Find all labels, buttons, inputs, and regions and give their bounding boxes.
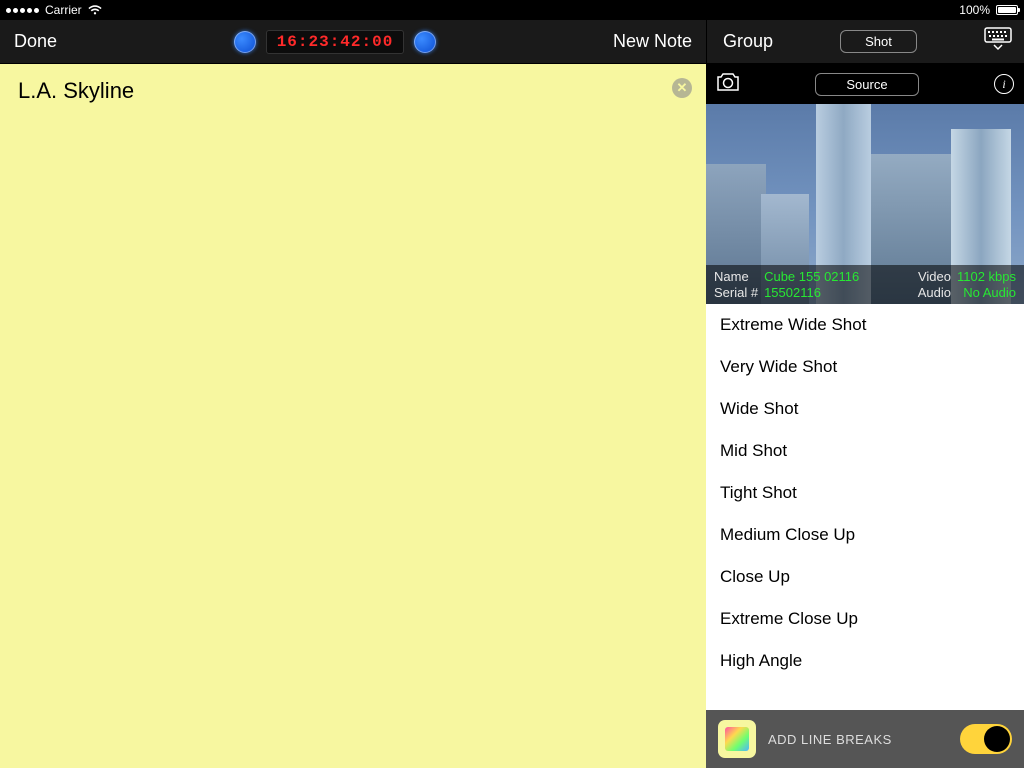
camera-icon[interactable]	[716, 72, 740, 97]
footer-label: ADD LINE BREAKS	[768, 732, 892, 747]
toolbar-right: Group Shot	[706, 20, 1024, 63]
wifi-icon	[88, 5, 102, 15]
meta-video-label: Video	[918, 269, 951, 284]
source-header: Source i	[706, 64, 1024, 104]
carrier-label: Carrier	[45, 3, 82, 17]
list-item[interactable]: High Angle	[706, 640, 1024, 682]
color-spectrum-icon	[725, 727, 749, 751]
group-label[interactable]: Group	[723, 31, 773, 52]
side-panel: Source i Name Cube 155 02116 Video 1102 …	[706, 64, 1024, 768]
battery-icon	[996, 5, 1018, 15]
record-indicator-left-icon[interactable]	[234, 31, 256, 53]
list-item[interactable]: Wide Shot	[706, 388, 1024, 430]
meta-audio-value: No Audio	[957, 285, 1016, 300]
color-picker-button[interactable]	[718, 720, 756, 758]
list-item[interactable]: Close Up	[706, 556, 1024, 598]
done-button[interactable]: Done	[14, 31, 57, 52]
video-preview[interactable]: Name Cube 155 02116 Video 1102 kbps Seri…	[706, 104, 1024, 304]
timecode-display: 16:23:42:00	[266, 30, 405, 54]
meta-name-label: Name	[714, 269, 758, 284]
timecode-controls: 16:23:42:00	[71, 30, 599, 54]
status-left: Carrier	[6, 3, 102, 17]
status-right: 100%	[959, 3, 1018, 17]
toggle-knob	[984, 726, 1010, 752]
list-item[interactable]: Extreme Close Up	[706, 598, 1024, 640]
meta-video-value: 1102 kbps	[957, 269, 1016, 284]
signal-strength-icon	[6, 8, 39, 13]
toolbar-left: Done 16:23:42:00 New Note	[0, 20, 706, 63]
side-footer: ADD LINE BREAKS	[706, 710, 1024, 768]
meta-serial-value: 15502116	[764, 285, 912, 300]
record-indicator-right-icon[interactable]	[414, 31, 436, 53]
meta-serial-label: Serial #	[714, 285, 758, 300]
preview-metadata: Name Cube 155 02116 Video 1102 kbps Seri…	[706, 265, 1024, 304]
shot-type-list[interactable]: Extreme Wide Shot Very Wide Shot Wide Sh…	[706, 304, 1024, 710]
info-icon[interactable]: i	[994, 74, 1014, 94]
list-item[interactable]: Mid Shot	[706, 430, 1024, 472]
status-bar: Carrier 100%	[0, 0, 1024, 20]
list-item[interactable]: Medium Close Up	[706, 514, 1024, 556]
clear-note-icon[interactable]: ✕	[672, 78, 692, 98]
note-editor[interactable]: L.A. Skyline ✕	[0, 64, 706, 768]
battery-pct: 100%	[959, 3, 990, 17]
note-text[interactable]: L.A. Skyline	[18, 78, 688, 104]
list-item[interactable]: Tight Shot	[706, 472, 1024, 514]
meta-name-value: Cube 155 02116	[764, 269, 912, 284]
list-item[interactable]: Extreme Wide Shot	[706, 304, 1024, 346]
meta-audio-label: Audio	[918, 285, 951, 300]
source-button[interactable]: Source	[815, 73, 918, 96]
new-note-button[interactable]: New Note	[613, 31, 692, 52]
line-breaks-toggle[interactable]	[960, 724, 1012, 754]
keyboard-dismiss-icon[interactable]	[984, 27, 1014, 56]
list-item[interactable]: Very Wide Shot	[706, 346, 1024, 388]
toolbar: Done 16:23:42:00 New Note Group Shot	[0, 20, 1024, 64]
main-area: L.A. Skyline ✕ Source i Name Cube 155 02…	[0, 64, 1024, 768]
segment-shot-button[interactable]: Shot	[840, 30, 917, 53]
